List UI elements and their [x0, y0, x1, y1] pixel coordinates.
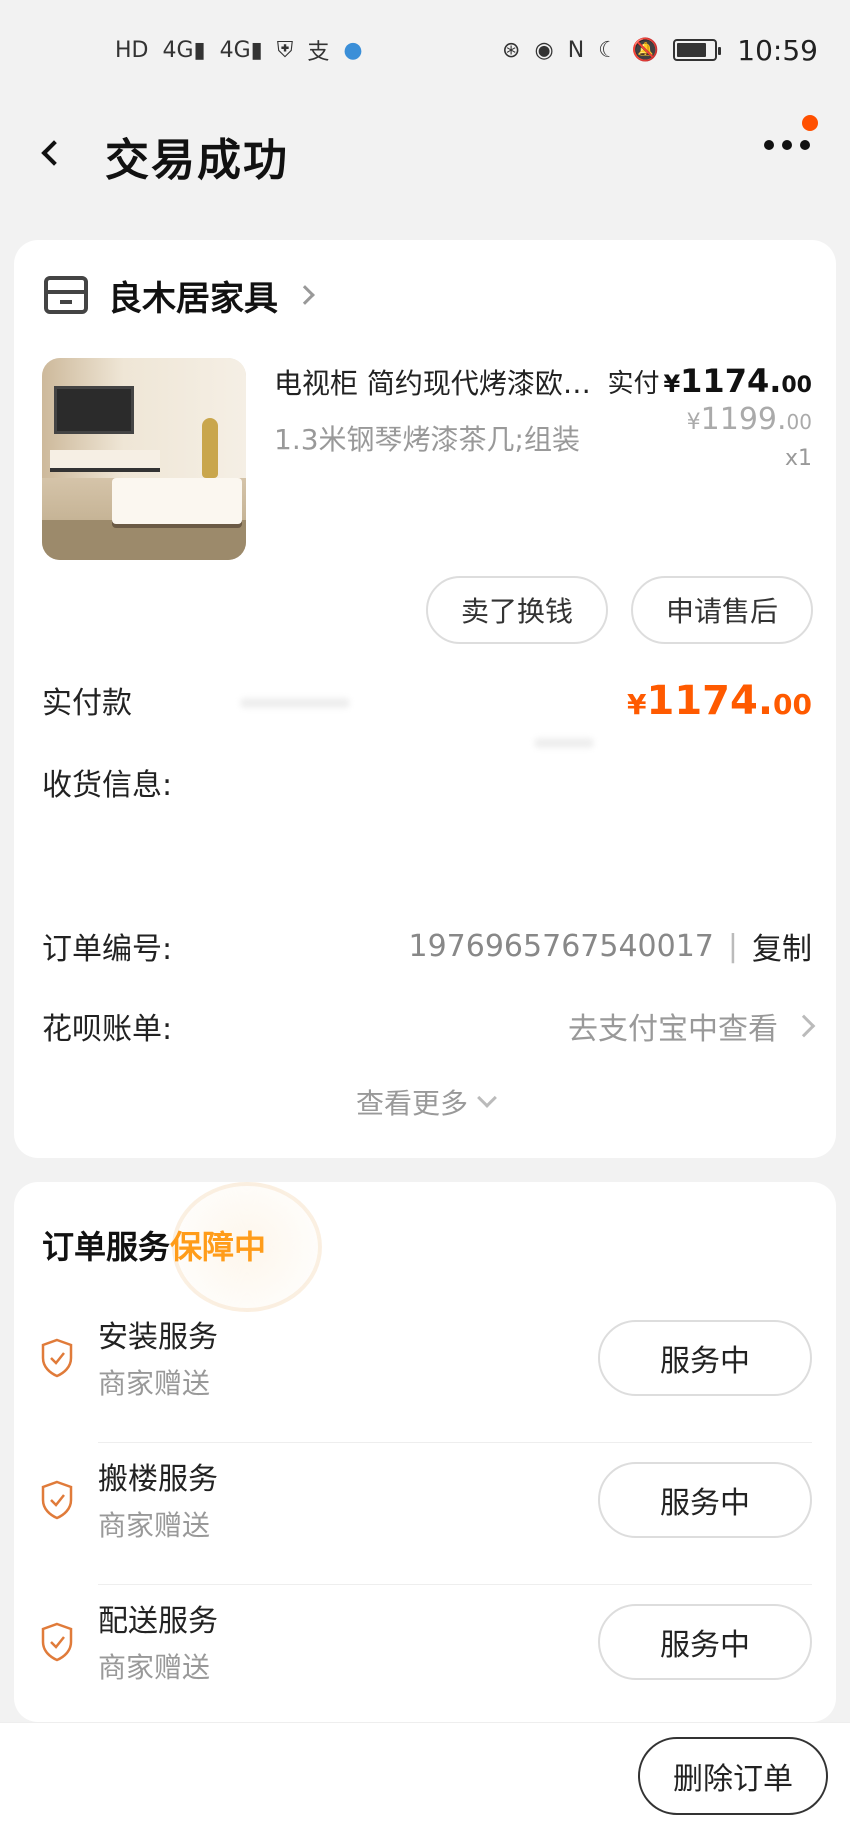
- service-name: 配送服务: [98, 1604, 218, 1639]
- service-sub: 商家赠送: [98, 1509, 211, 1542]
- nav-bar: 交易成功: [0, 100, 850, 205]
- service-status-button[interactable]: 服务中: [598, 1462, 812, 1538]
- product-spec: 1.3米钢琴烤漆茶几;组装: [274, 423, 580, 456]
- chevron-down-icon: [477, 1088, 497, 1108]
- chevron-right-icon: [792, 1014, 816, 1038]
- order-card: 良木居家具 电视柜 简约现代烤漆欧… 1.3米钢琴烤漆茶几;组装 实付 ¥ 11…: [14, 240, 836, 1158]
- total-currency: ¥: [627, 688, 647, 721]
- product-image[interactable]: [42, 358, 246, 560]
- huabei-link[interactable]: 去支付宝中查看: [568, 1004, 816, 1048]
- paid-currency: ¥: [663, 370, 681, 398]
- total-decimal: 00: [773, 688, 812, 721]
- signal-4g-icon: 4G▮: [219, 37, 263, 63]
- more-button[interactable]: [764, 140, 810, 150]
- service-status-button[interactable]: 服务中: [598, 1320, 812, 1396]
- globe-icon: ●: [343, 37, 363, 63]
- order-no-label: 订单编号:: [42, 932, 173, 967]
- eye-icon: ◉: [534, 37, 554, 63]
- resell-button[interactable]: 卖了换钱: [426, 576, 608, 644]
- nfc-icon: N: [567, 37, 585, 63]
- paid-label: 实付: [607, 369, 660, 399]
- more-dot-icon: [800, 140, 810, 150]
- order-number: 1976965767540017: [408, 928, 714, 964]
- shield-check-icon: [41, 1338, 73, 1378]
- orig-currency: ¥: [686, 410, 701, 435]
- delete-order-button[interactable]: 删除订单: [638, 1737, 828, 1815]
- more-dot-icon: [782, 140, 792, 150]
- see-more-button[interactable]: 查看更多: [14, 1082, 836, 1122]
- shipping-redacted: [534, 738, 594, 748]
- services-title: 订单服务 保障中: [42, 1222, 266, 1268]
- status-left-icons: HD 4G▮ 4G▮ ⛨ 支 ●: [115, 34, 363, 66]
- shop-icon: [44, 276, 88, 314]
- orig-integer: 1199.: [700, 402, 787, 437]
- total-amount: ¥ 1174. 00: [627, 678, 812, 724]
- hd-icon: HD: [115, 37, 149, 63]
- moon-icon: ☾: [598, 37, 618, 63]
- shop-link[interactable]: 良木居家具: [44, 270, 315, 320]
- separator: |: [727, 928, 738, 964]
- total-label: 实付款: [42, 686, 132, 721]
- service-item: 安装服务 商家赠送 服务中: [14, 1290, 836, 1430]
- shop-name: 良木居家具: [108, 278, 278, 319]
- service-sub: 商家赠送: [98, 1367, 211, 1400]
- see-more-label: 查看更多: [355, 1087, 468, 1120]
- signal-4g-icon: 4G▮: [162, 37, 206, 63]
- order-no-row: 1976965767540017 | 复制: [409, 924, 813, 968]
- services-guard-text: 保障中: [170, 1228, 267, 1266]
- service-name: 安装服务: [98, 1320, 218, 1355]
- service-sub: 商家赠送: [98, 1651, 211, 1684]
- service-status-button[interactable]: 服务中: [598, 1604, 812, 1680]
- page-title: 交易成功: [105, 135, 289, 186]
- shipping-redacted: [240, 698, 350, 708]
- back-button[interactable]: [30, 128, 70, 178]
- shield-icon: ⛨: [276, 37, 294, 63]
- paid-decimal: 00: [781, 373, 812, 398]
- alipay-icon: 支: [307, 40, 330, 65]
- shield-check-icon: [41, 1480, 73, 1520]
- service-name: 搬楼服务: [98, 1462, 218, 1497]
- back-arrow-icon: [41, 140, 67, 166]
- original-price: ¥ 1199. 00: [687, 402, 812, 437]
- bottom-action-bar: 删除订单: [0, 1722, 850, 1842]
- services-title-text: 订单服务: [42, 1228, 171, 1266]
- more-dot-icon: [764, 140, 774, 150]
- paid-price: 实付 ¥ 1174. 00: [607, 362, 812, 400]
- copy-button[interactable]: 复制: [752, 924, 812, 968]
- chevron-right-icon: [295, 285, 315, 305]
- status-right-icons: ⊛ ◉ N ☾ 🔕 10:59: [502, 34, 818, 67]
- status-time: 10:59: [737, 33, 818, 67]
- battery-icon: [673, 39, 722, 61]
- after-sale-button[interactable]: 申请售后: [631, 576, 813, 644]
- notification-badge: [802, 115, 818, 131]
- total-integer: 1174.: [646, 678, 774, 724]
- huabei-label: 花呗账单:: [42, 1012, 173, 1047]
- service-item: 配送服务 商家赠送 服务中: [14, 1574, 836, 1714]
- orig-decimal: 00: [786, 410, 812, 434]
- huabei-link-text: 去支付宝中查看: [568, 1012, 778, 1047]
- paid-integer: 1174.: [680, 362, 782, 400]
- status-bar: HD 4G▮ 4G▮ ⛨ 支 ● ⊛ ◉ N ☾ 🔕 10:59: [0, 0, 850, 100]
- product-title[interactable]: 电视柜 简约现代烤漆欧…: [274, 362, 634, 402]
- shield-check-icon: [41, 1622, 73, 1662]
- service-item: 搬楼服务 商家赠送 服务中: [14, 1432, 836, 1572]
- data-saver-icon: ⊛: [502, 37, 521, 63]
- mute-icon: 🔕: [631, 37, 660, 63]
- services-card: 订单服务 保障中 安装服务 商家赠送 服务中 搬楼服务 商家赠送 服务中 配送服…: [14, 1182, 836, 1722]
- quantity: x1: [784, 446, 812, 471]
- shipping-label: 收货信息:: [42, 768, 173, 803]
